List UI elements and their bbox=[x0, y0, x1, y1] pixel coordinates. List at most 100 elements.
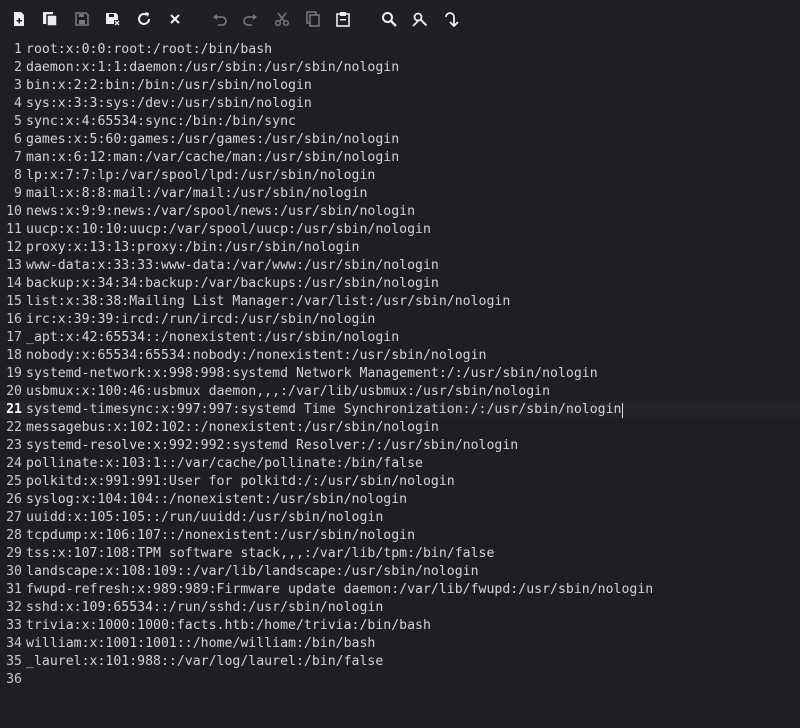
editor-line[interactable]: 16 irc:x:39:39:ircd:/run/ircd:/usr/sbin/n… bbox=[0, 311, 800, 329]
editor-line[interactable]: 13 www-data:x:33:33:www-data:/var/www:/us… bbox=[0, 257, 800, 275]
line-number: 36 bbox=[6, 672, 22, 687]
line-text[interactable]: list:x:38:38:Mailing List Manager:/var/l… bbox=[26, 293, 510, 311]
close-icon[interactable] bbox=[166, 10, 184, 28]
line-text[interactable]: sync:x:4:65534:sync:/bin:/bin/sync bbox=[26, 113, 296, 131]
editor-line[interactable]: 24 pollinate:x:103:1::/var/cache/pollinat… bbox=[0, 455, 800, 473]
line-number: 7 bbox=[14, 150, 22, 165]
line-text[interactable]: landscape:x:108:109::/var/lib/landscape:… bbox=[26, 563, 479, 581]
editor-line[interactable]: 5 sync:x:4:65534:sync:/bin:/bin/sync bbox=[0, 113, 800, 131]
editor-line[interactable]: 4 sys:x:3:3:sys:/dev:/usr/sbin/nologin bbox=[0, 95, 800, 113]
line-text[interactable]: nobody:x:65534:65534:nobody:/nonexistent… bbox=[26, 347, 487, 365]
editor-line[interactable]: 33 trivia:x:1000:1000:facts.htb:/home/tri… bbox=[0, 617, 800, 635]
line-text[interactable]: lp:x:7:7:lp:/var/spool/lpd:/usr/sbin/nol… bbox=[26, 167, 375, 185]
editor-line[interactable]: 22 messagebus:x:102:102::/nonexistent:/us… bbox=[0, 419, 800, 437]
line-text[interactable]: william:x:1001:1001::/home/william:/bin/… bbox=[26, 635, 375, 653]
editor-line[interactable]: 8 lp:x:7:7:lp:/var/spool/lpd:/usr/sbin/no… bbox=[0, 167, 800, 185]
line-number: 30 bbox=[6, 564, 22, 579]
editor-line[interactable]: 12 proxy:x:13:13:proxy:/bin:/usr/sbin/nol… bbox=[0, 239, 800, 257]
editor-line[interactable]: 3 bin:x:2:2:bin:/bin:/usr/sbin/nologin bbox=[0, 77, 800, 95]
text-cursor bbox=[622, 402, 624, 418]
editor-line[interactable]: 17 _apt:x:42:65534::/nonexistent:/usr/sbi… bbox=[0, 329, 800, 347]
line-text[interactable]: proxy:x:13:13:proxy:/bin:/usr/sbin/nolog… bbox=[26, 239, 359, 257]
line-text[interactable]: sshd:x:109:65534::/run/sshd:/usr/sbin/no… bbox=[26, 599, 383, 617]
editor-line[interactable]: 29 tss:x:107:108:TPM software stack,,,:/v… bbox=[0, 545, 800, 563]
line-text[interactable]: systemd-network:x:998:998:systemd Networ… bbox=[26, 365, 598, 383]
line-text[interactable]: pollinate:x:103:1::/var/cache/pollinate:… bbox=[26, 455, 423, 473]
line-number: 23 bbox=[6, 438, 22, 453]
editor-line[interactable]: 27 uuidd:x:105:105::/run/uuidd:/usr/sbin/… bbox=[0, 509, 800, 527]
editor-line[interactable]: 18 nobody:x:65534:65534:nobody:/nonexiste… bbox=[0, 347, 800, 365]
line-text[interactable]: syslog:x:104:104::/nonexistent:/usr/sbin… bbox=[26, 491, 407, 509]
editor-line[interactable]: 26 syslog:x:104:104::/nonexistent:/usr/sb… bbox=[0, 491, 800, 509]
line-text[interactable]: tcpdump:x:106:107::/nonexistent:/usr/sbi… bbox=[26, 527, 415, 545]
line-text[interactable]: systemd-timesync:x:997:997:systemd Time … bbox=[26, 401, 621, 419]
line-text[interactable]: usbmux:x:100:46:usbmux daemon,,,:/var/li… bbox=[26, 383, 550, 401]
line-text[interactable]: www-data:x:33:33:www-data:/var/www:/usr/… bbox=[26, 257, 439, 275]
editor-line[interactable]: 15 list:x:38:38:Mailing List Manager:/var… bbox=[0, 293, 800, 311]
save-icon[interactable] bbox=[73, 10, 91, 28]
redo-icon[interactable] bbox=[241, 10, 259, 28]
line-number: 6 bbox=[14, 132, 22, 147]
editor-line[interactable]: 31 fwupd-refresh:x:989:989:Firmware updat… bbox=[0, 581, 800, 599]
editor-line[interactable]: 10 news:x:9:9:news:/var/spool/news:/usr/s… bbox=[0, 203, 800, 221]
line-text[interactable]: root:x:0:0:root:/root:/bin/bash bbox=[26, 41, 272, 59]
line-text[interactable]: uuidd:x:105:105::/run/uuidd:/usr/sbin/no… bbox=[26, 509, 383, 527]
line-text[interactable]: backup:x:34:34:backup:/var/backups:/usr/… bbox=[26, 275, 439, 293]
line-number: 1 bbox=[14, 42, 22, 57]
editor-line[interactable]: 6 games:x:5:60:games:/usr/games:/usr/sbin… bbox=[0, 131, 800, 149]
editor-line[interactable]: 11 uucp:x:10:10:uucp:/var/spool/uucp:/usr… bbox=[0, 221, 800, 239]
editor-line[interactable]: 1 root:x:0:0:root:/root:/bin/bash bbox=[0, 41, 800, 59]
line-number: 33 bbox=[6, 618, 22, 633]
new-window-icon[interactable] bbox=[41, 10, 59, 28]
find-replace-icon[interactable] bbox=[411, 10, 429, 28]
editor-line[interactable]: 14 backup:x:34:34:backup:/var/backups:/us… bbox=[0, 275, 800, 293]
editor-line[interactable]: 9 mail:x:8:8:mail:/var/mail:/usr/sbin/nol… bbox=[0, 185, 800, 203]
line-text[interactable]: _apt:x:42:65534::/nonexistent:/usr/sbin/… bbox=[26, 329, 399, 347]
line-text[interactable]: fwupd-refresh:x:989:989:Firmware update … bbox=[26, 581, 653, 599]
line-text[interactable]: systemd-resolve:x:992:992:systemd Resolv… bbox=[26, 437, 518, 455]
line-text[interactable]: polkitd:x:991:991:User for polkitd:/:/us… bbox=[26, 473, 455, 491]
line-text[interactable]: man:x:6:12:man:/var/cache/man:/usr/sbin/… bbox=[26, 149, 399, 167]
undo-icon[interactable] bbox=[211, 10, 229, 28]
editor-line[interactable]: 34 william:x:1001:1001::/home/william:/bi… bbox=[0, 635, 800, 653]
line-number: 28 bbox=[6, 528, 22, 543]
copy-icon[interactable] bbox=[304, 10, 322, 28]
line-number: 5 bbox=[14, 114, 22, 129]
editor-line[interactable]: 7 man:x:6:12:man:/var/cache/man:/usr/sbin… bbox=[0, 149, 800, 167]
line-number: 17 bbox=[6, 330, 22, 345]
line-number: 34 bbox=[6, 636, 22, 651]
editor-line[interactable]: 25 polkitd:x:991:991:User for polkitd:/:/… bbox=[0, 473, 800, 491]
editor-line[interactable]: 32 sshd:x:109:65534::/run/sshd:/usr/sbin/… bbox=[0, 599, 800, 617]
paste-icon[interactable] bbox=[334, 10, 352, 28]
line-text[interactable]: uucp:x:10:10:uucp:/var/spool/uucp:/usr/s… bbox=[26, 221, 431, 239]
editor-line[interactable]: 21 systemd-timesync:x:997:997:systemd Tim… bbox=[0, 401, 800, 419]
line-text[interactable]: sys:x:3:3:sys:/dev:/usr/sbin/nologin bbox=[26, 95, 312, 113]
line-text[interactable]: trivia:x:1000:1000:facts.htb:/home/trivi… bbox=[26, 617, 431, 635]
editor-line[interactable]: 20 usbmux:x:100:46:usbmux daemon,,,:/var/… bbox=[0, 383, 800, 401]
save-as-icon[interactable] bbox=[104, 10, 122, 28]
line-text[interactable]: games:x:5:60:games:/usr/games:/usr/sbin/… bbox=[26, 131, 399, 149]
editor-line[interactable]: 35 _laurel:x:101:988::/var/log/laurel:/bi… bbox=[0, 653, 800, 671]
goto-line-icon[interactable] bbox=[442, 10, 460, 28]
editor-line[interactable]: 23 systemd-resolve:x:992:992:systemd Reso… bbox=[0, 437, 800, 455]
editor-line[interactable]: 28 tcpdump:x:106:107::/nonexistent:/usr/s… bbox=[0, 527, 800, 545]
line-text[interactable]: daemon:x:1:1:daemon:/usr/sbin:/usr/sbin/… bbox=[26, 59, 399, 77]
line-text[interactable]: tss:x:107:108:TPM software stack,,,:/var… bbox=[26, 545, 494, 563]
line-text[interactable]: news:x:9:9:news:/var/spool/news:/usr/sbi… bbox=[26, 203, 415, 221]
text-editor[interactable]: 1 root:x:0:0:root:/root:/bin/bash 2 daemon:… bbox=[0, 41, 800, 728]
line-text[interactable]: mail:x:8:8:mail:/var/mail:/usr/sbin/nolo… bbox=[26, 185, 367, 203]
line-text[interactable]: messagebus:x:102:102::/nonexistent:/usr/… bbox=[26, 419, 439, 437]
line-number: 26 bbox=[6, 492, 22, 507]
line-text[interactable]: _laurel:x:101:988::/var/log/laurel:/bin/… bbox=[26, 653, 383, 671]
editor-line[interactable]: 2 daemon:x:1:1:daemon:/usr/sbin:/usr/sbin… bbox=[0, 59, 800, 77]
reload-icon[interactable] bbox=[135, 10, 153, 28]
line-text[interactable]: irc:x:39:39:ircd:/run/ircd:/usr/sbin/nol… bbox=[26, 311, 375, 329]
line-number: 24 bbox=[6, 456, 22, 471]
editor-line[interactable]: 36 bbox=[0, 671, 800, 689]
cut-icon[interactable] bbox=[273, 10, 291, 28]
find-icon[interactable] bbox=[380, 10, 398, 28]
editor-line[interactable]: 30 landscape:x:108:109::/var/lib/landscap… bbox=[0, 563, 800, 581]
editor-line[interactable]: 19 systemd-network:x:998:998:systemd Netw… bbox=[0, 365, 800, 383]
new-file-icon[interactable] bbox=[10, 10, 28, 28]
line-text[interactable]: bin:x:2:2:bin:/bin:/usr/sbin/nologin bbox=[26, 77, 312, 95]
